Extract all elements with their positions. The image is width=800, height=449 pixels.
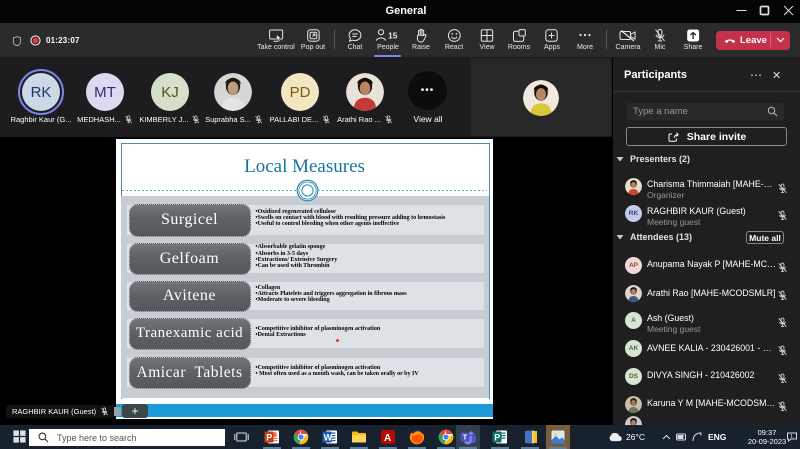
svg-text:P: P xyxy=(494,432,500,442)
svg-text:W: W xyxy=(324,432,333,442)
svg-text:15: 15 xyxy=(388,31,398,41)
svg-text:A: A xyxy=(384,433,391,444)
svg-text:T: T xyxy=(463,435,468,442)
svg-text:1: 1 xyxy=(790,434,793,440)
svg-text:P: P xyxy=(266,432,272,442)
